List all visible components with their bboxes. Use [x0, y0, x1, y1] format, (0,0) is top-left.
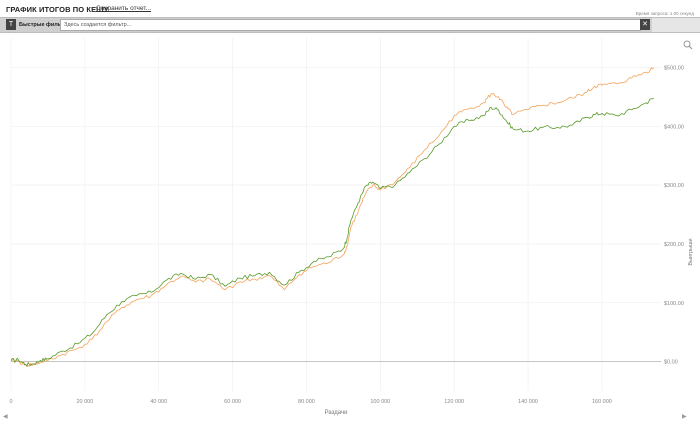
x-tick-label: 120 000 [444, 399, 464, 405]
cash-results-chart: 0 20 000 40 000 60 000 80 000 100 000 120 000 1… [9, 38, 694, 416]
x-tick-label: 80 000 [298, 399, 315, 405]
close-icon[interactable]: ✕ [640, 19, 650, 30]
filter-input[interactable]: Здесь создается фильтр... [60, 19, 641, 31]
x-tick-label: 160 000 [592, 399, 612, 405]
x-tick-label: 100 000 [370, 399, 390, 405]
filter-bar-end [652, 18, 700, 32]
y-axis-label: Выигрыши [688, 238, 694, 265]
scroll-left-icon[interactable]: ◀ [3, 413, 8, 420]
y-tick-label: $200,00 [664, 242, 684, 248]
chart-series [10, 67, 654, 367]
x-tick-label: 20 000 [76, 399, 93, 405]
y-tick-label: $400,00 [664, 124, 684, 130]
y-tick-label: $300,00 [664, 183, 684, 189]
x-tick-label: 0 [9, 399, 12, 405]
series-line-green [10, 97, 654, 367]
y-tick-label: $100,00 [664, 301, 684, 307]
x-tick-label: 140 000 [518, 399, 538, 405]
quick-filters-bar: T Быстрые фильтры Здесь создается фильтр… [0, 17, 700, 33]
x-axis-label: Раздачи [325, 410, 348, 416]
page-title: ГРАФИК ИТОГОВ ПО КЕШУ [6, 5, 109, 14]
filter-icon[interactable]: T [6, 19, 16, 30]
save-report-link[interactable]: Сохранить отчет... [96, 5, 151, 12]
report-header: ГРАФИК ИТОГОВ ПО КЕШУ Сохранить отчет...… [0, 0, 700, 17]
chart-grid [10, 38, 661, 391]
x-axis-ticks: 0 20 000 40 000 60 000 80 000 100 000 120 000 1… [9, 399, 611, 405]
series-line-orange [10, 67, 654, 367]
query-time: Время запроса: 1.00 секунд [635, 11, 694, 16]
y-axis-ticks: $0,00 $100,00 $200,00 $300,00 $400,00 $500,00 [664, 65, 684, 365]
x-tick-label: 60 000 [224, 399, 241, 405]
quick-filters-label: Быстрые фильтры [19, 22, 61, 28]
scroll-right-icon[interactable]: ▶ [682, 413, 687, 420]
y-tick-label: $500,00 [664, 65, 684, 71]
y-tick-label: $0,00 [664, 360, 678, 366]
x-tick-label: 40 000 [150, 399, 167, 405]
